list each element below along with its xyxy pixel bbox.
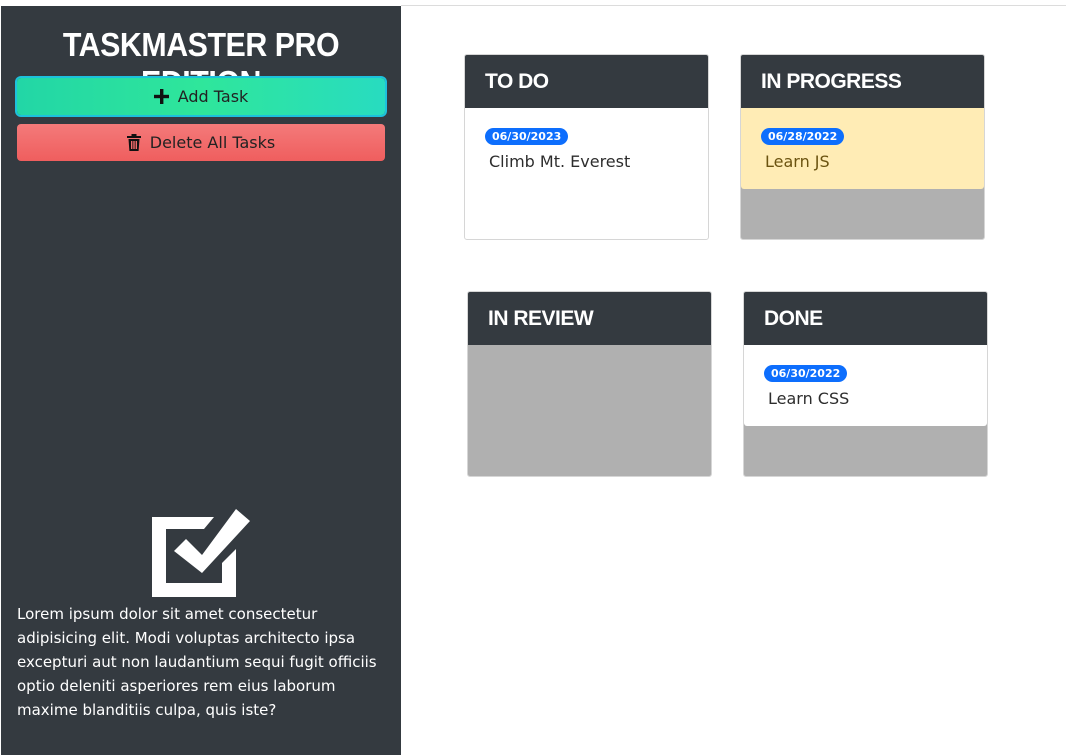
column-title: Done [744, 292, 987, 345]
column-body: 06/28/2022 Learn JS [741, 108, 984, 239]
checkbox-check-icon [152, 509, 250, 597]
add-task-label: Add Task [177, 87, 249, 106]
delete-all-tasks-button[interactable]: Delete All Tasks [17, 124, 385, 161]
delete-all-label: Delete All Tasks [149, 133, 276, 152]
task-name: Learn JS [765, 152, 830, 171]
column-title: In Progress [741, 55, 984, 108]
task-name: Learn CSS [768, 389, 850, 408]
task-name: Climb Mt. Everest [489, 152, 631, 171]
task-card[interactable]: 06/30/2023 Climb Mt. Everest [465, 108, 708, 189]
column-title: To Do [465, 55, 708, 108]
app-description: Lorem ipsum dolor sit amet consectetur a… [17, 605, 377, 719]
column-title: In Review [468, 292, 711, 345]
due-date-badge: 06/28/2022 [761, 128, 845, 145]
task-card[interactable]: 06/28/2022 Learn JS [741, 108, 984, 189]
trash-icon [126, 134, 141, 151]
due-date-badge: 06/30/2022 [764, 365, 848, 382]
column-body: 06/30/2022 Learn CSS [744, 345, 987, 476]
top-divider [401, 5, 1066, 6]
task-card[interactable]: 06/30/2022 Learn CSS [744, 345, 987, 426]
column-body [468, 345, 711, 476]
column-done: Done 06/30/2022 Learn CSS [743, 291, 988, 477]
plus-icon [153, 89, 169, 104]
column-body: 06/30/2023 Climb Mt. Everest [465, 108, 708, 239]
due-date-badge: 06/30/2023 [485, 128, 569, 145]
add-task-button[interactable]: Add Task [17, 78, 385, 115]
sidebar: Taskmaster Pro Edition Add Task Delete A… [1, 6, 401, 755]
column-in-progress: In Progress 06/28/2022 Learn JS [740, 54, 985, 240]
column-in-review: In Review [467, 291, 712, 477]
column-todo: To Do 06/30/2023 Climb Mt. Everest [464, 54, 709, 240]
